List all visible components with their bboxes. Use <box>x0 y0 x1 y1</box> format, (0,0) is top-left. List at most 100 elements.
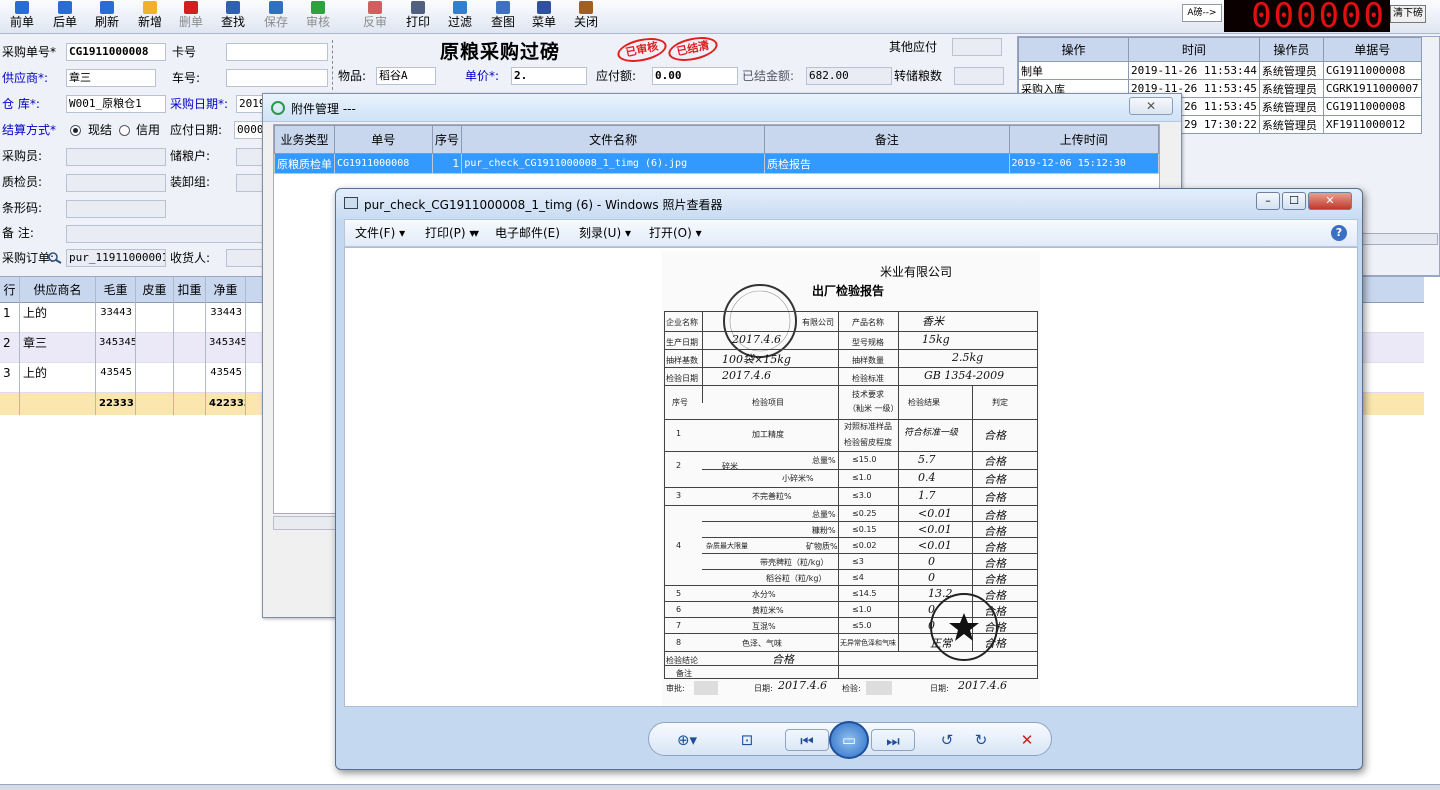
actual-size-icon[interactable]: ⊡ <box>733 729 761 751</box>
toolbar-button-9[interactable]: 打印 <box>399 0 437 34</box>
item-verdict: 合格 <box>984 473 1006 486</box>
item-verdict: 合格 <box>984 455 1006 468</box>
car-no-field[interactable] <box>226 69 328 87</box>
next-icon[interactable]: ⏭ <box>871 729 915 751</box>
inspector-field[interactable] <box>66 174 166 192</box>
menu-print-arrow[interactable]: ▾ <box>473 220 479 246</box>
toolbar-button-1[interactable]: 后单 <box>46 0 84 34</box>
log-scrollbar[interactable] <box>1358 233 1438 245</box>
toolbar-icon <box>453 1 467 14</box>
toolbar-label: 打印 <box>405 15 430 29</box>
attachment-titlebar[interactable]: 附件管理 --- ✕ <box>263 94 1181 122</box>
toolbar-button-10[interactable]: 过滤 <box>441 0 479 34</box>
menu-open[interactable]: 打开(O) ▾ <box>649 220 702 246</box>
minimize-icon[interactable]: – <box>1256 192 1280 210</box>
toolbar-button-6[interactable]: 保存 <box>257 0 295 34</box>
maximize-icon[interactable]: ☐ <box>1282 192 1306 210</box>
item-result: 符合标准一级 <box>904 428 959 438</box>
report-label: 抽样基数 <box>666 356 698 365</box>
receiver-field[interactable] <box>226 249 266 267</box>
toolbar-button-12[interactable]: 菜单 <box>525 0 563 34</box>
toolbar-label: 刷新 <box>94 15 119 29</box>
report-label: 检验日期 <box>666 374 698 383</box>
menu-file[interactable]: 文件(F) ▾ <box>355 220 405 246</box>
purchase-date-label: 采购日期*: <box>170 97 229 111</box>
item-verdict: 合格 <box>984 525 1006 538</box>
rotate-left-icon[interactable]: ↺ <box>933 729 961 751</box>
report-header: 检验结果 <box>908 398 940 407</box>
deduct-cell <box>174 333 206 363</box>
transfer-field[interactable] <box>954 67 1004 85</box>
toolbar-button-5[interactable]: 查找 <box>214 0 252 34</box>
toolbar-button-0[interactable]: 前单 <box>3 0 41 34</box>
form-title: 原粮采购过磅 <box>440 41 561 63</box>
buyer-field[interactable] <box>66 148 166 166</box>
close-icon[interactable]: ✕ <box>1129 97 1173 115</box>
toolbar-button-2[interactable]: 刷新 <box>88 0 126 34</box>
toolbar-button-11[interactable]: 查图 <box>484 0 522 34</box>
item-no: 6 <box>676 605 682 614</box>
item-result: 0 <box>928 571 935 584</box>
card-no-field[interactable] <box>226 43 328 61</box>
payable-field[interactable]: 0.00 <box>652 67 738 85</box>
att-header-filename: 文件名称 <box>461 125 765 154</box>
toolbar-button-13[interactable]: 关闭 <box>567 0 605 34</box>
menu-email[interactable]: 电子邮件(E) <box>495 220 560 246</box>
menu-open-label: 打开(O) <box>649 226 692 240</box>
report-handwriting: 2.5kg <box>952 351 984 364</box>
log-cell: XF1911000012 <box>1322 115 1422 134</box>
total-net: 422333 <box>206 393 246 415</box>
rotate-right-icon[interactable]: ↻ <box>967 729 995 751</box>
lookup-icon[interactable] <box>48 252 62 264</box>
unit-price-field[interactable]: 2. <box>511 67 587 85</box>
barcode-field[interactable] <box>66 200 166 218</box>
credit-radio[interactable] <box>119 125 130 136</box>
slideshow-icon[interactable]: ▭ <box>829 721 869 759</box>
order-no-field[interactable]: CG1911000008 <box>66 43 166 61</box>
attachment-row[interactable]: 原粮质检单 CG1911000008 1 pur_check_CG1911000… <box>274 153 1159 174</box>
delete-icon[interactable]: ✕ <box>1013 729 1041 751</box>
toolbar-button-4[interactable]: 删单 <box>172 0 210 34</box>
settled-field[interactable]: 682.00 <box>806 67 892 85</box>
cash-label: 现结 <box>88 123 113 137</box>
remark-field[interactable] <box>66 225 266 243</box>
signature-redacted <box>694 681 718 695</box>
help-icon[interactable]: ? <box>1331 225 1347 241</box>
item-no: 7 <box>676 621 682 630</box>
menu-print[interactable]: 打印(P) ▾ <box>425 220 475 246</box>
cash-radio[interactable] <box>70 125 81 136</box>
report-label: 抽样数量 <box>852 356 884 365</box>
item-no: 3 <box>676 491 682 500</box>
clear-scale-button[interactable]: 清下磅 <box>1390 5 1426 23</box>
zoom-icon[interactable]: ⊕▾ <box>673 729 701 751</box>
toolbar-button-8[interactable]: 反审 <box>356 0 394 34</box>
inspector-label: 质检员: <box>2 175 43 189</box>
toolbar-label: 前单 <box>9 15 34 29</box>
net-cell: 43545 <box>206 363 246 393</box>
scale-selector[interactable]: A磅--> <box>1182 4 1222 22</box>
toolbar-button-3[interactable]: 新增 <box>131 0 169 34</box>
toolbar-button-7[interactable]: 审核 <box>299 0 337 34</box>
date-label-2: 日期: <box>930 684 949 693</box>
item-name: 杂质最大限量 <box>706 542 748 550</box>
menu-burn[interactable]: 刻录(U) ▾ <box>579 220 631 246</box>
image-canvas[interactable]: 米业有限公司 出厂检验报告 企业名称 有限公司 产品名称 香米 生产日期 201… <box>344 247 1358 707</box>
toolbar-label: 删单 <box>178 15 203 29</box>
previous-icon[interactable]: ⏮ <box>785 729 829 751</box>
attachment-scrollbar[interactable] <box>273 516 339 530</box>
report-header: 判定 <box>992 398 1008 407</box>
gross-cell: 43545 <box>96 363 136 393</box>
supplier-field[interactable]: 章三 <box>66 69 156 87</box>
purchase-order-field[interactable]: pur_11911000001 <box>66 249 166 267</box>
close-icon[interactable]: ✕ <box>1308 192 1352 210</box>
goods-field[interactable]: 稻谷A <box>376 67 436 85</box>
log-row[interactable]: 制单 2019-11-26 11:53:44 系统管理员 CG191100000… <box>1018 61 1422 80</box>
row-no: 2 <box>0 333 20 363</box>
other-payable-field[interactable] <box>952 38 1002 56</box>
viewer-titlebar[interactable]: pur_check_CG1911000008_1_timg (6) - Wind… <box>336 189 1362 219</box>
other-payable-label: 其他应付 <box>889 40 938 54</box>
warehouse-field[interactable]: W001_原粮仓1 <box>66 95 166 113</box>
due-date-label: 应付日期: <box>170 123 223 137</box>
item-result: 1.7 <box>918 489 936 502</box>
toolbar-label: 审核 <box>305 15 330 29</box>
